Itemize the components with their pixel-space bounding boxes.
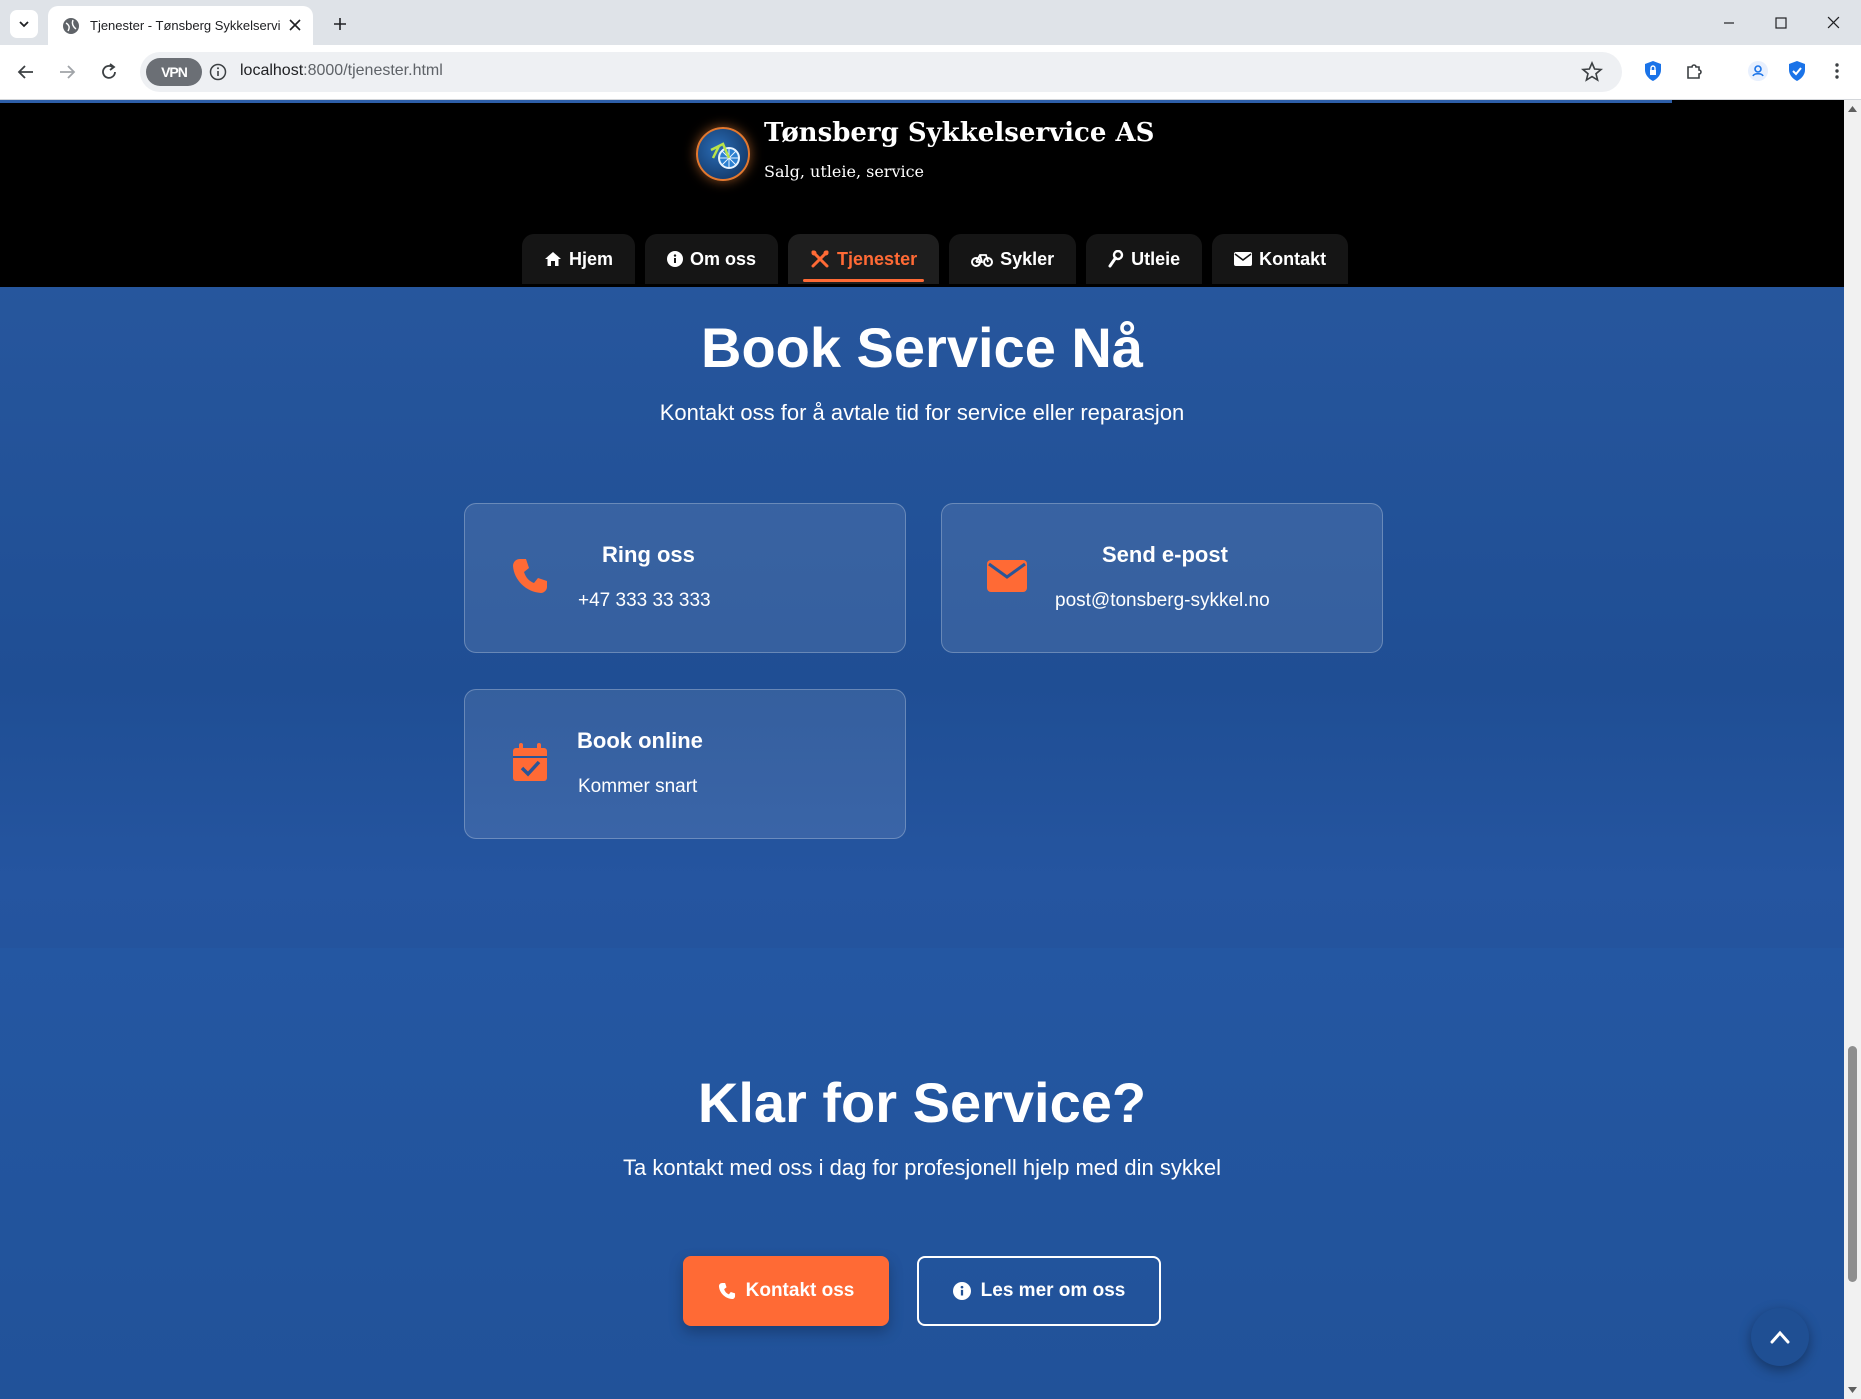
- nav-item-hjem[interactable]: Hjem: [522, 234, 636, 284]
- site-header: Tønsberg Sykkelservice AS Salg, utleie, …: [0, 100, 1844, 287]
- nav-label: Kontakt: [1259, 248, 1327, 269]
- new-tab-button[interactable]: [326, 10, 354, 38]
- card-value-booking: Kommer snart: [578, 776, 698, 797]
- key-icon: [1108, 250, 1124, 268]
- card-title: Book online: [577, 728, 703, 753]
- reload-icon: [102, 63, 116, 79]
- forward-button[interactable]: [52, 57, 82, 87]
- security-extension-button[interactable]: [1782, 56, 1812, 86]
- cta-buttons: Kontakt oss Les mer om oss: [683, 1256, 1161, 1326]
- arrow-right-icon: [60, 65, 76, 79]
- browser-toolbar: VPN localhost:8000/tjenester.html: [0, 45, 1861, 100]
- address-bar[interactable]: VPN localhost:8000/tjenester.html: [140, 52, 1622, 92]
- puzzle-icon: [1687, 64, 1702, 79]
- read-more-button[interactable]: Les mer om oss: [917, 1256, 1161, 1326]
- card-title: Send e-post: [1102, 542, 1228, 567]
- chevron-down-icon: [19, 21, 29, 28]
- tab-title: Tjenester - Tønsberg Sykkelservice: [90, 18, 280, 33]
- browser-tab[interactable]: Tjenester - Tønsberg Sykkelservice: [48, 6, 313, 45]
- scrollbar-thumb[interactable]: [1848, 1046, 1857, 1282]
- card-icon-wrapper: [987, 556, 1027, 596]
- tab-search-button[interactable]: [10, 10, 38, 38]
- profile-button[interactable]: [1743, 56, 1773, 86]
- plus-icon: [334, 18, 346, 30]
- card-icon-wrapper: [510, 742, 550, 782]
- shield-lock-icon: [1645, 61, 1661, 81]
- card-title: Ring oss: [602, 542, 695, 567]
- nav-label: Om oss: [690, 248, 757, 269]
- info-icon: [667, 251, 684, 267]
- nav-label: Sykler: [1000, 248, 1055, 269]
- info-icon: [952, 1282, 971, 1300]
- contact-card-phone[interactable]: Ring oss +47 333 33 333: [464, 503, 906, 653]
- close-icon: [289, 19, 301, 31]
- phone-icon: [718, 1282, 735, 1300]
- extensions-button[interactable]: [1680, 56, 1710, 86]
- cta-subtitle: Ta kontakt med oss i dag for profesjonel…: [623, 1155, 1221, 1180]
- header-accent-line: [0, 100, 1672, 103]
- envelope-icon: [1234, 252, 1253, 266]
- back-button[interactable]: [11, 57, 41, 87]
- nav-item-kontakt[interactable]: Kontakt: [1212, 234, 1349, 284]
- cta-title: Klar for Service?: [697, 1071, 1147, 1134]
- calendar-check-icon: [513, 743, 547, 781]
- shield-check-icon: [1789, 61, 1805, 81]
- maximize-icon: [1775, 16, 1787, 29]
- contact-us-button[interactable]: Kontakt oss: [683, 1256, 889, 1326]
- browser-menu-button[interactable]: [1822, 56, 1852, 86]
- phone-icon: [513, 559, 547, 593]
- url-host: localhost: [240, 62, 304, 79]
- book-section-subtitle: Kontakt oss for å avtale tid for service…: [659, 400, 1185, 425]
- home-icon: [545, 252, 561, 266]
- url-text[interactable]: localhost:8000/tjenester.html: [240, 62, 443, 80]
- main-navigation: Hjem Om oss Tjenester Sykler Utleie Kont…: [522, 234, 1349, 286]
- window-close-button[interactable]: [1807, 0, 1859, 45]
- nav-label: Hjem: [569, 248, 614, 269]
- tools-icon: [811, 250, 829, 268]
- bookmark-star-icon[interactable]: [1580, 60, 1604, 84]
- bicycle-logo-icon: [710, 142, 740, 169]
- contact-card-booking[interactable]: Book online Kommer snart: [464, 689, 906, 839]
- nav-item-utleie[interactable]: Utleie: [1086, 234, 1203, 284]
- site-info-icon[interactable]: [208, 62, 228, 82]
- more-vertical-icon: [1835, 63, 1839, 79]
- card-icon-wrapper: [510, 556, 550, 596]
- browser-tab-strip: Tjenester - Tønsberg Sykkelservice: [0, 0, 1861, 45]
- reload-button[interactable]: [94, 57, 124, 87]
- brand-name[interactable]: Tønsberg Sykkelservice AS: [764, 118, 1154, 148]
- book-section-title: Book Service Nå: [701, 316, 1143, 379]
- tab-close-button[interactable]: [284, 14, 306, 36]
- bicycle-icon: [971, 253, 994, 267]
- scroll-down-arrow-icon[interactable]: [1847, 1385, 1858, 1395]
- scroll-up-arrow-icon[interactable]: [1847, 104, 1858, 114]
- nav-item-tjenester[interactable]: Tjenester: [788, 234, 940, 284]
- minimize-icon: [1724, 21, 1734, 24]
- globe-icon: [63, 18, 79, 34]
- page-viewport: Tønsberg Sykkelservice AS Salg, utleie, …: [0, 100, 1844, 1399]
- card-value-email[interactable]: post@tonsberg-sykkel.no: [1055, 590, 1270, 612]
- minimize-button[interactable]: [1703, 0, 1755, 45]
- profile-icon: [1748, 61, 1768, 81]
- extension-shield-button[interactable]: [1638, 56, 1668, 86]
- nav-item-om-oss[interactable]: Om oss: [645, 234, 779, 284]
- maximize-button[interactable]: [1755, 0, 1807, 45]
- contact-card-email[interactable]: Send e-post post@tonsberg-sykkel.no: [941, 503, 1383, 653]
- arrow-left-icon: [17, 65, 33, 79]
- vpn-badge[interactable]: VPN: [146, 58, 202, 86]
- button-label: Les mer om oss: [980, 1280, 1126, 1301]
- envelope-icon: [987, 560, 1027, 592]
- brand-tagline: Salg, utleie, service: [764, 162, 925, 181]
- url-path: :8000/tjenester.html: [303, 62, 443, 79]
- card-value-phone[interactable]: +47 333 33 333: [578, 590, 711, 612]
- button-label: Kontakt oss: [745, 1280, 855, 1301]
- brand-logo[interactable]: [696, 127, 750, 181]
- nav-label: Tjenester: [837, 248, 918, 269]
- chevron-up-icon: [1770, 1330, 1790, 1344]
- nav-label: Utleie: [1131, 248, 1181, 269]
- page-scrollbar[interactable]: [1844, 100, 1861, 1399]
- close-icon: [1827, 16, 1839, 29]
- nav-item-sykler[interactable]: Sykler: [949, 234, 1077, 284]
- scroll-to-top-button[interactable]: [1751, 1308, 1809, 1366]
